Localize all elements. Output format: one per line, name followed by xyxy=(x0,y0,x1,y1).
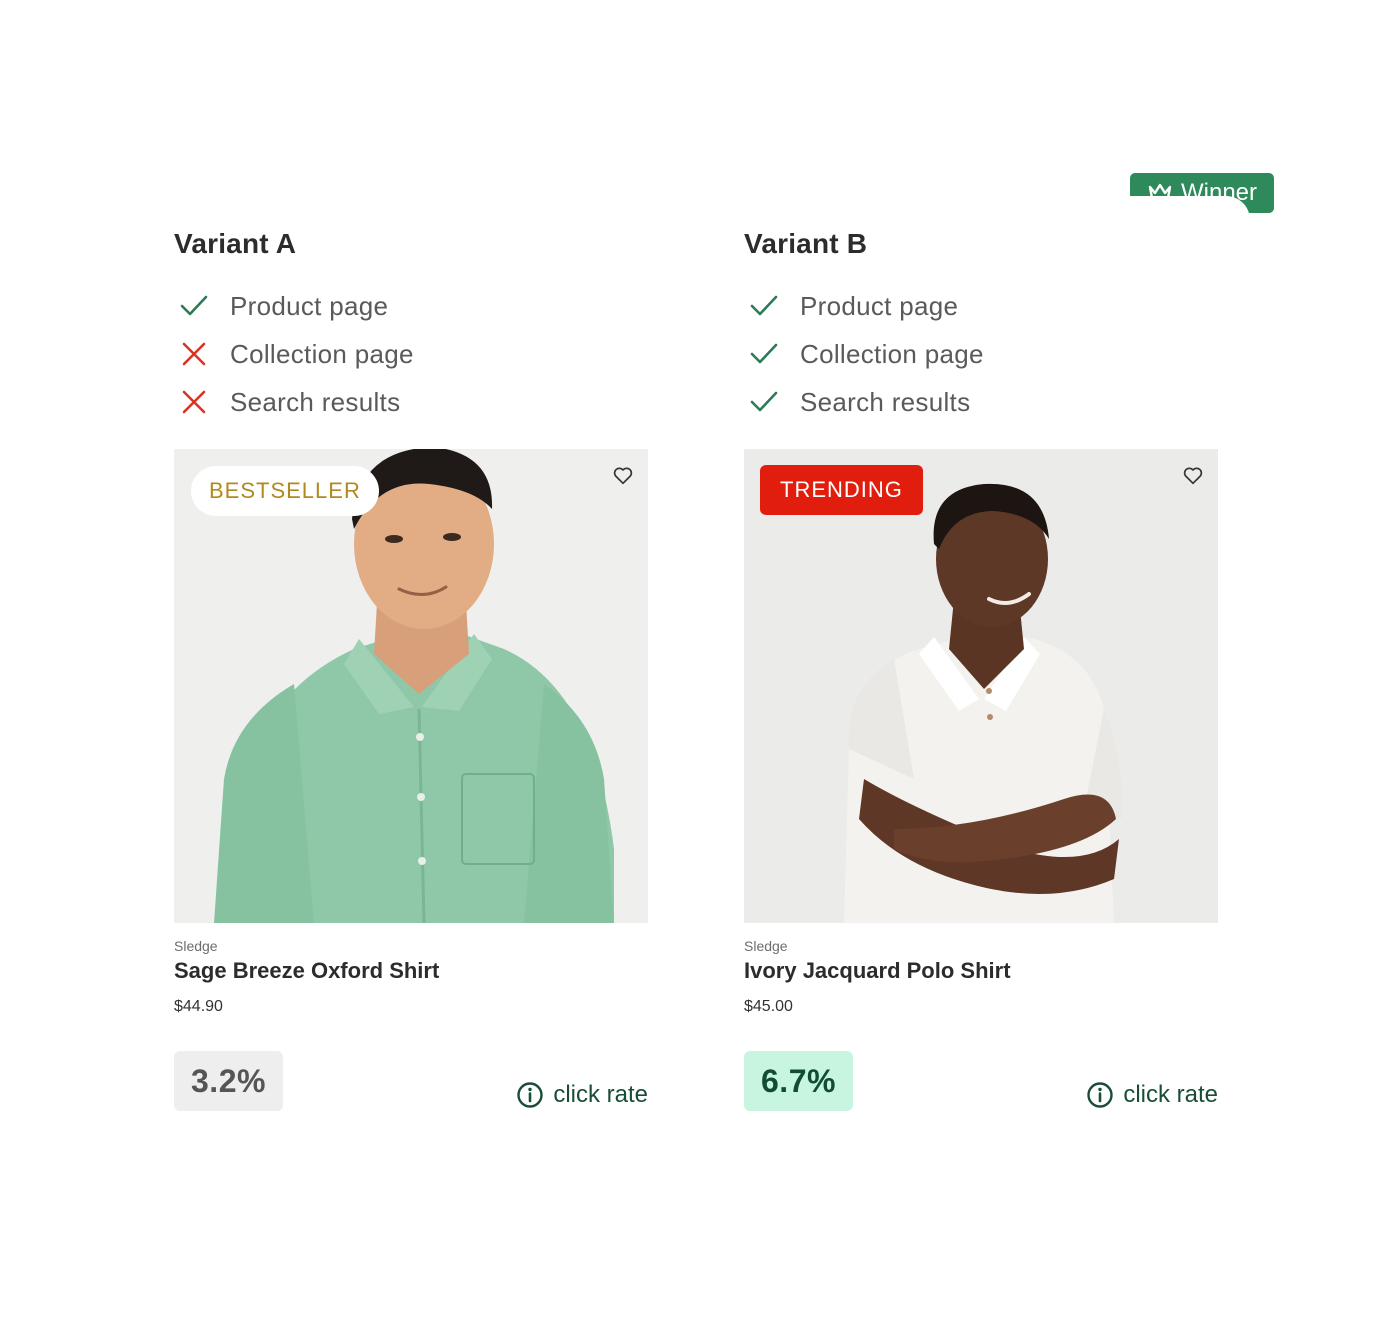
product-vendor: Sledge xyxy=(174,938,218,954)
cross-icon xyxy=(174,334,214,374)
variant-title: Variant A xyxy=(174,228,297,259)
variant-b-card: Variant B Product page Collection page S… xyxy=(712,196,1250,1142)
variant-a-card: Variant A Product page Collection page S… xyxy=(142,196,680,1142)
placement-item: Search results xyxy=(744,378,984,426)
variant-title: Variant B xyxy=(744,228,868,259)
product-name[interactable]: Sage Breeze Oxford Shirt xyxy=(174,958,439,984)
placement-label: Product page xyxy=(230,290,389,321)
placement-label: Collection page xyxy=(800,338,984,369)
product-image[interactable]: TRENDING xyxy=(744,449,1218,923)
heart-icon[interactable] xyxy=(612,465,634,487)
placement-item: Search results xyxy=(174,378,414,426)
heart-icon[interactable] xyxy=(1182,465,1204,487)
product-image[interactable]: BESTSELLER xyxy=(174,449,648,923)
product-vendor: Sledge xyxy=(744,938,788,954)
placement-item: Product page xyxy=(174,282,414,330)
check-icon xyxy=(744,382,784,422)
click-rate-value: 3.2% xyxy=(174,1051,283,1111)
product-photo-illustration xyxy=(174,449,648,923)
click-rate-value: 6.7% xyxy=(744,1051,853,1111)
product-price: $45.00 xyxy=(744,998,793,1015)
check-icon xyxy=(744,334,784,374)
placement-item: Product page xyxy=(744,282,984,330)
bestseller-badge: BESTSELLER xyxy=(191,466,379,516)
trending-badge: TRENDING xyxy=(760,465,923,515)
placement-label: Collection page xyxy=(230,338,414,369)
info-icon xyxy=(517,1082,544,1108)
click-rate-label: click rate xyxy=(553,1081,648,1108)
product-price: $44.90 xyxy=(174,998,223,1015)
check-icon xyxy=(744,286,784,326)
info-icon xyxy=(1087,1082,1114,1108)
check-icon xyxy=(174,286,214,326)
click-rate-info[interactable]: click rate xyxy=(1086,1081,1218,1109)
placement-label: Search results xyxy=(230,386,401,417)
placement-list: Product page Collection page Search resu… xyxy=(744,282,984,426)
placement-label: Product page xyxy=(800,290,959,321)
cross-icon xyxy=(174,382,214,422)
click-rate-label: click rate xyxy=(1123,1081,1218,1108)
product-photo-illustration xyxy=(744,449,1218,923)
click-rate-info[interactable]: click rate xyxy=(516,1081,648,1109)
product-name[interactable]: Ivory Jacquard Polo Shirt xyxy=(744,958,1011,984)
placement-list: Product page Collection page Search resu… xyxy=(174,282,414,426)
placement-label: Search results xyxy=(800,386,971,417)
placement-item: Collection page xyxy=(744,330,984,378)
placement-item: Collection page xyxy=(174,330,414,378)
